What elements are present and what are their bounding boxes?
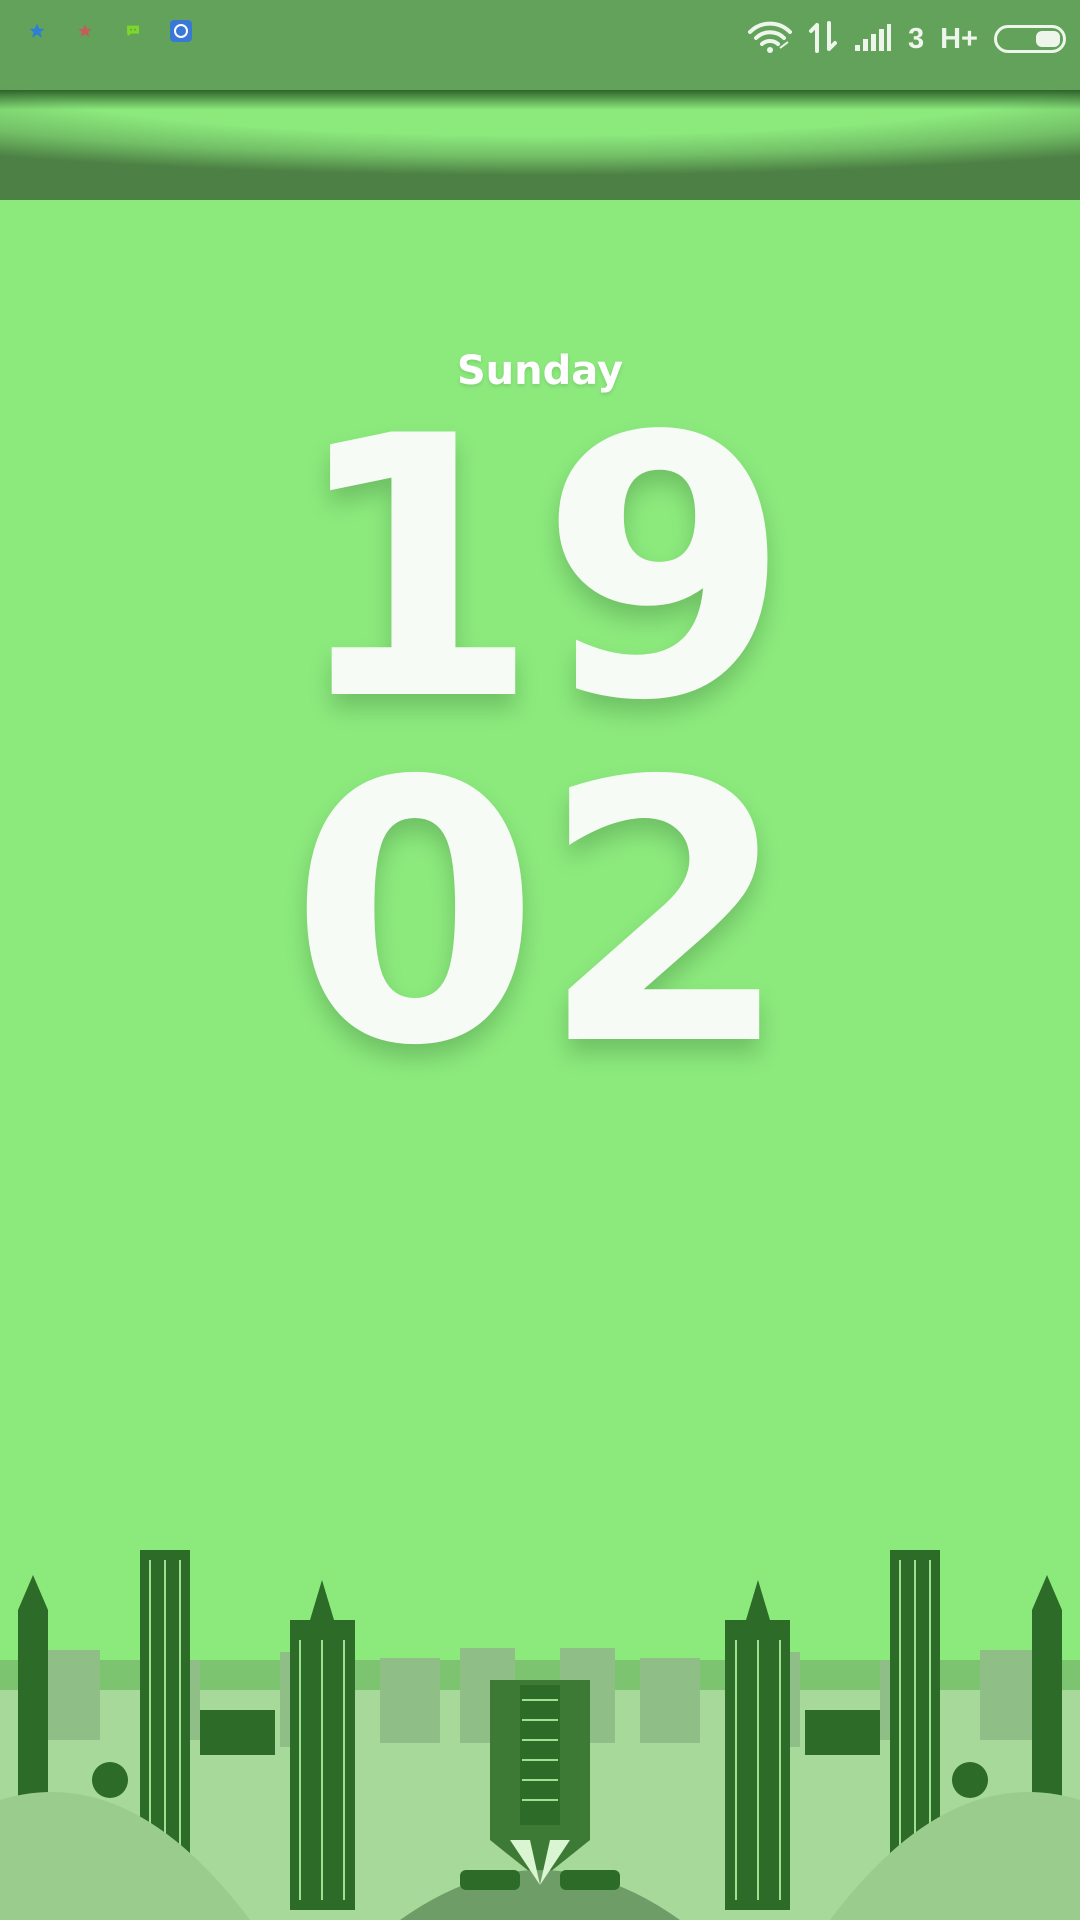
network-type: H+	[940, 22, 978, 55]
system-icons: 3 H+	[747, 14, 1066, 64]
wifi-icon	[747, 20, 792, 58]
status-bar: 3 H+	[0, 0, 1080, 90]
status-bar-shadow	[0, 88, 1080, 110]
data-transfer-icon	[808, 21, 838, 57]
city-skyline-illustration	[0, 1550, 1080, 1920]
notification-icons	[24, 18, 194, 44]
app-icon	[168, 18, 194, 44]
battery-icon	[994, 25, 1066, 53]
network-label: 3	[907, 22, 925, 55]
signal-icon	[854, 23, 892, 55]
clock-minutes: 02	[289, 705, 791, 1124]
star-icon	[72, 18, 98, 44]
star-icon	[24, 18, 50, 44]
clock-hours: 19	[289, 360, 791, 779]
chat-bubble-icon	[120, 18, 146, 44]
